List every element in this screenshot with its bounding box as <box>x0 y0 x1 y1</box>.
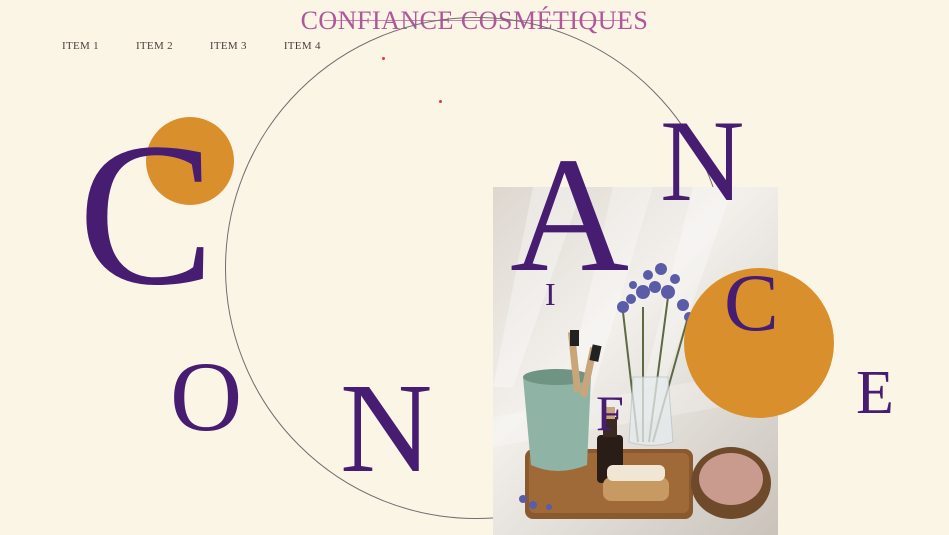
nav-item-3[interactable]: ITEM 3 <box>210 40 247 52</box>
hero-letter-o: O <box>170 341 243 452</box>
main-nav: ITEM 1 ITEM 2 ITEM 3 ITEM 4 <box>62 40 358 52</box>
nav-item-2[interactable]: ITEM 2 <box>136 40 173 52</box>
hero-letter-c-small: C <box>724 257 779 348</box>
accent-dot <box>439 100 442 103</box>
hero-letter-a: A <box>510 123 630 306</box>
nav-item-4[interactable]: ITEM 4 <box>284 40 321 52</box>
hero-letter-c: C <box>78 101 215 328</box>
hero-letter-i: I <box>545 276 556 312</box>
accent-dot <box>382 57 385 60</box>
hero-letter-f: F <box>596 385 624 441</box>
hero-letter-e: E <box>856 359 894 427</box>
nav-item-1[interactable]: ITEM 1 <box>62 40 99 52</box>
hero-letter-n-top: N <box>660 97 745 226</box>
hero-letter-n: N <box>340 357 433 499</box>
